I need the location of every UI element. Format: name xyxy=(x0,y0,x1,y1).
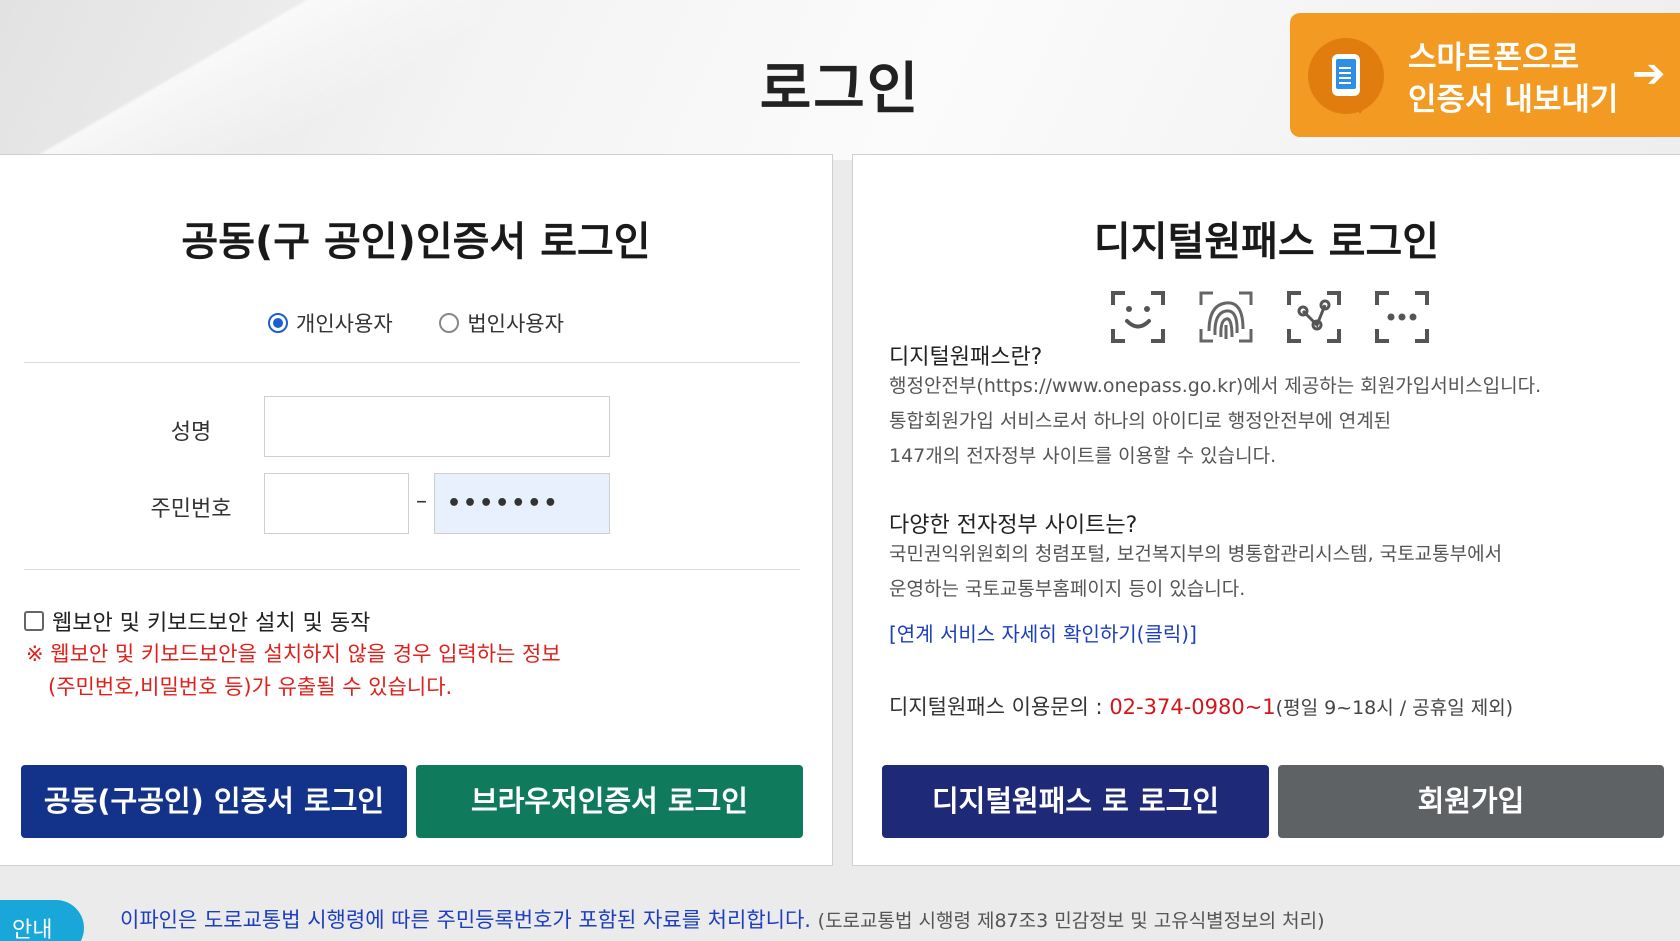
rrn-label: 주민번호 xyxy=(150,497,232,522)
certificate-login-panel: 공동(구 공인)인증서 로그인 개인사용자 법인사용자 성명 주민번호 – ••… xyxy=(0,154,833,866)
radio-individual-user[interactable]: 개인사용자 xyxy=(268,308,393,338)
face-recognition-icon xyxy=(1111,291,1165,343)
security-warning-line1: ※ 웹보안 및 키보드보안을 설치하지 않을 경우 입력하는 정보 xyxy=(26,642,561,666)
cert-login-title: 공동(구 공인)인증서 로그인 xyxy=(181,219,651,265)
export-button-label: 스마트폰으로 인증서 내보내기 xyxy=(1408,40,1619,118)
security-warning-line2: (주민번호,비밀번호 등)가 유출될 수 있습니다. xyxy=(48,675,453,699)
sites-heading: 다양한 전자정부 사이트는? xyxy=(889,513,1138,538)
digital-onepass-panel: 디지털원패스 로그인 디지털원패스란? 행정안전부(https://www.on… xyxy=(852,154,1680,866)
radio-corporate-user[interactable]: 법인사용자 xyxy=(439,308,564,338)
checkbox-icon xyxy=(24,611,44,631)
notice-text: 이파인은 도로교통법 시행령에 따른 주민등록번호가 포함된 자료를 처리합니다… xyxy=(120,908,1325,932)
divider xyxy=(24,569,800,570)
fingerprint-icon xyxy=(1199,291,1253,343)
signup-button[interactable]: 회원가입 xyxy=(1278,765,1664,838)
divider xyxy=(24,362,800,363)
arrow-right-icon: ➔ xyxy=(1632,51,1666,97)
notice-badge: 안내 xyxy=(0,900,84,941)
about-heading: 디지털원패스란? xyxy=(889,345,1043,370)
radio-dot-icon xyxy=(268,313,289,333)
rrn-front-input[interactable] xyxy=(264,473,409,534)
about-text: 행정안전부(https://www.onepass.go.kr)에서 제공하는 … xyxy=(889,375,1542,467)
export-cert-to-smartphone-button[interactable]: 스마트폰으로 인증서 내보내기 ➔ xyxy=(1290,13,1680,137)
browser-cert-login-button[interactable]: 브라우저인증서 로그인 xyxy=(416,765,803,838)
auth-methods-icons xyxy=(1111,291,1429,343)
name-label: 성명 xyxy=(170,420,212,445)
sites-text: 국민권익위원회의 청렴포털, 보건복지부의 병통합관리시스템, 국토교통부에서 … xyxy=(889,543,1503,600)
pin-icon xyxy=(1375,291,1429,343)
cert-login-button[interactable]: 공동(구공인) 인증서 로그인 xyxy=(21,765,407,838)
smartphone-icon xyxy=(1308,38,1384,114)
security-install-checkbox[interactable]: 웹보안 및 키보드보안 설치 및 동작 xyxy=(24,605,370,637)
linked-services-link[interactable]: [연계 서비스 자세히 확인하기(클릭)] xyxy=(889,618,1197,647)
radio-dot-icon xyxy=(439,313,460,333)
onepass-login-title: 디지털원패스 로그인 xyxy=(1093,219,1440,265)
onepass-login-button[interactable]: 디지털원패스 로 로그인 xyxy=(882,765,1269,838)
rrn-back-input[interactable]: ••••••• xyxy=(434,473,610,534)
pattern-icon xyxy=(1287,291,1341,343)
user-type-radio-group: 개인사용자 법인사용자 xyxy=(0,308,832,338)
contact-phone: 02-374-0980~1 xyxy=(1109,695,1276,719)
name-input[interactable] xyxy=(264,396,610,457)
onepass-contact: 디지털원패스 이용문의 : 02-374-0980~1(평일 9~18시 / 공… xyxy=(889,695,1514,719)
rrn-separator: – xyxy=(416,489,427,514)
